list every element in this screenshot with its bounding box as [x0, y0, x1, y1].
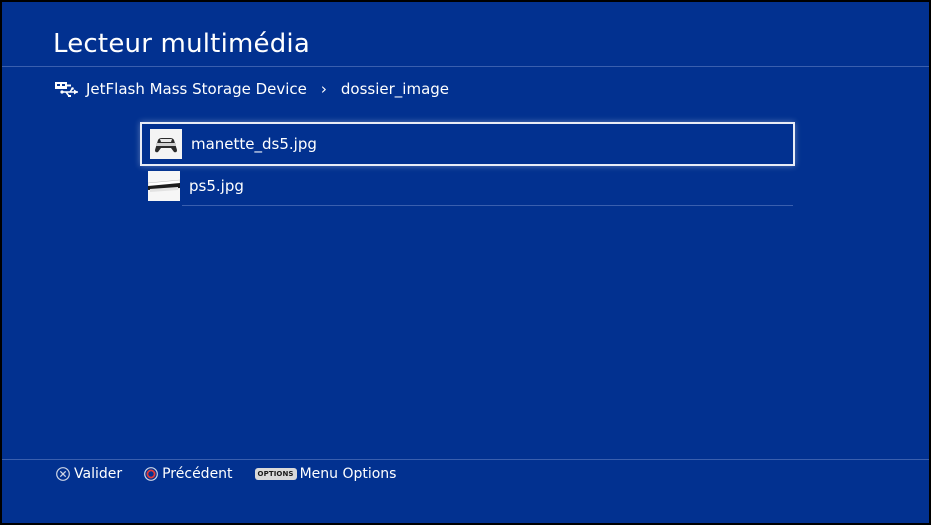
file-item-manette-ds5[interactable]: manette_ds5.jpg [140, 122, 795, 166]
controller-thumbnail [150, 129, 182, 159]
circle-button-icon [144, 467, 159, 481]
footer-divider [2, 459, 929, 460]
console-thumbnail [148, 171, 180, 201]
header-divider [2, 66, 929, 67]
page-title: Lecteur multimédia [53, 29, 310, 59]
back-label: Précédent [162, 466, 233, 482]
breadcrumb: JetFlash Mass Storage Device › dossier_i… [54, 77, 449, 101]
confirm-hint: Valider [56, 466, 122, 482]
back-hint: Précédent [144, 466, 233, 482]
breadcrumb-device[interactable]: JetFlash Mass Storage Device [86, 80, 307, 98]
breadcrumb-folder: dossier_image [340, 80, 450, 98]
options-label: Menu Options [299, 466, 397, 482]
options-hint: OPTIONS Menu Options [254, 466, 397, 482]
confirm-label: Valider [74, 466, 123, 482]
cross-button-icon [56, 467, 70, 481]
console-icon [148, 171, 180, 201]
options-button-icon: OPTIONS [254, 468, 297, 480]
file-item-ps5[interactable]: ps5.jpg [140, 166, 795, 206]
file-list: manette_ds5.jpg ps5.jpg [140, 122, 795, 206]
controller-icon [150, 129, 182, 159]
file-name: manette_ds5.jpg [191, 135, 317, 153]
file-name: ps5.jpg [189, 177, 244, 195]
usb-icon [55, 82, 78, 97]
footer-button-guide: Valider Précédent OPTIONS Menu Options [56, 462, 418, 486]
breadcrumb-separator: › [320, 80, 327, 98]
media-player-screen: Lecteur multimédia JetFlash Mass Storage… [2, 2, 929, 523]
